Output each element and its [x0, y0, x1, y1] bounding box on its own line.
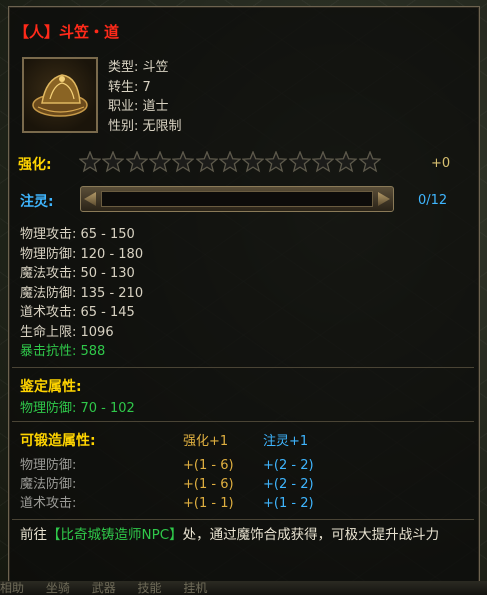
section-divider: [12, 421, 474, 422]
star-icon: [172, 151, 195, 173]
section-divider: [12, 519, 474, 520]
info-value-class: 道士: [142, 99, 169, 114]
star-icon: [358, 151, 381, 173]
forge-row-strengthen: +(1 - 6): [183, 477, 234, 492]
item-basic-info: 类型: 斗笠 转生: 7 职业: 道士 性别: 无限制: [108, 58, 182, 136]
stat-magic-attack: 魔法攻击: 50 - 130: [20, 266, 135, 281]
star-icon: [312, 151, 334, 173]
star-icon: [265, 151, 288, 173]
bar-left-cap: [84, 192, 96, 206]
info-value-type: 斗笠: [142, 60, 169, 75]
spirit-progress-track: [101, 191, 373, 207]
forge-row-spirit: +(2 - 2): [263, 458, 314, 473]
info-label-rebirth: 转生:: [108, 79, 139, 95]
star-icon: [288, 151, 311, 173]
info-label-gender: 性别:: [108, 118, 139, 134]
forge-row-strengthen: +(1 - 1): [183, 496, 234, 511]
info-label-type: 类型:: [108, 60, 139, 75]
info-row-rebirth: 转生: 7: [108, 78, 182, 98]
strengthen-label: 强化:: [18, 157, 52, 173]
stat-physical-defense: 物理防御: 120 - 180: [20, 246, 144, 262]
forge-row-name: 魔法防御:: [20, 477, 77, 492]
info-row-type: 类型: 斗笠: [108, 58, 182, 78]
bamboo-hat-icon[interactable]: [22, 57, 98, 133]
spirit-value: 0/12: [418, 193, 448, 208]
info-value-rebirth: 7: [142, 79, 151, 95]
bottom-bar-item[interactable]: 坐骑: [46, 581, 70, 595]
star-icon: [242, 151, 265, 173]
forge-row-strengthen: +(1 - 6): [183, 458, 234, 473]
hint-prefix: 前往: [20, 527, 47, 543]
stat-max-hp: 生命上限: 1096: [20, 324, 114, 340]
bar-right-cap: [378, 192, 390, 206]
spirit-progress-bar: [80, 186, 394, 212]
star-icon: [79, 151, 101, 173]
forge-title: 可锻造属性:: [20, 433, 96, 449]
stat-physical-attack: 物理攻击: 65 - 150: [20, 227, 135, 242]
bottom-bar-item[interactable]: 武器: [92, 581, 116, 595]
info-value-gender: 无限制: [142, 118, 182, 134]
info-row-gender: 性别: 无限制: [108, 117, 182, 137]
item-title: 【人】斗笠・道: [14, 23, 120, 41]
npc-link[interactable]: 【比奇城铸造师NPC】: [47, 527, 183, 543]
star-icon: [218, 151, 241, 173]
spirit-label: 注灵:: [20, 194, 54, 210]
appraise-title: 鉴定属性:: [20, 379, 82, 395]
star-icon: [148, 151, 171, 173]
forge-col-strengthen: 强化+1: [183, 434, 229, 449]
bamboo-hat-graphic: [32, 74, 88, 117]
forge-row-spirit: +(2 - 2): [263, 477, 314, 492]
bottom-bar-item[interactable]: 挂机: [183, 581, 207, 595]
forge-row-name: 道术攻击:: [20, 496, 77, 511]
bottom-bar-item[interactable]: 技能: [138, 581, 162, 595]
stat-taoist-attack: 道术攻击: 65 - 145: [20, 305, 135, 320]
info-label-class: 职业:: [108, 99, 139, 114]
bottom-action-bar: 相助 坐骑 武器 技能 挂机: [0, 581, 487, 595]
strengthen-value: +0: [431, 156, 451, 171]
stat-crit-resist: 暴击抗性: 588: [20, 344, 106, 359]
star-icon: [102, 151, 125, 173]
section-divider: [12, 367, 474, 368]
star-icon: [335, 151, 358, 173]
star-icon: [195, 151, 218, 173]
forge-col-spirit: 注灵+1: [263, 434, 309, 449]
hint-suffix: 处，通过魔饰合成获得，可极大提升战斗力: [182, 527, 440, 543]
acquisition-hint: 前往【比奇城铸造师NPC】处，通过魔饰合成获得，可极大提升战斗力: [20, 525, 470, 545]
star-icon: [125, 151, 148, 173]
appraise-stat: 物理防御: 70 - 102: [20, 401, 135, 416]
forge-row-name: 物理防御:: [20, 458, 77, 473]
base-stats-list: 物理攻击: 65 - 150 物理防御: 120 - 180 魔法攻击: 50 …: [20, 225, 143, 362]
stat-magic-defense: 魔法防御: 135 - 210: [20, 285, 144, 301]
bottom-bar-item[interactable]: 相助: [0, 581, 24, 595]
forge-row-spirit: +(1 - 2): [263, 496, 314, 511]
info-row-class: 职业: 道士: [108, 97, 182, 117]
